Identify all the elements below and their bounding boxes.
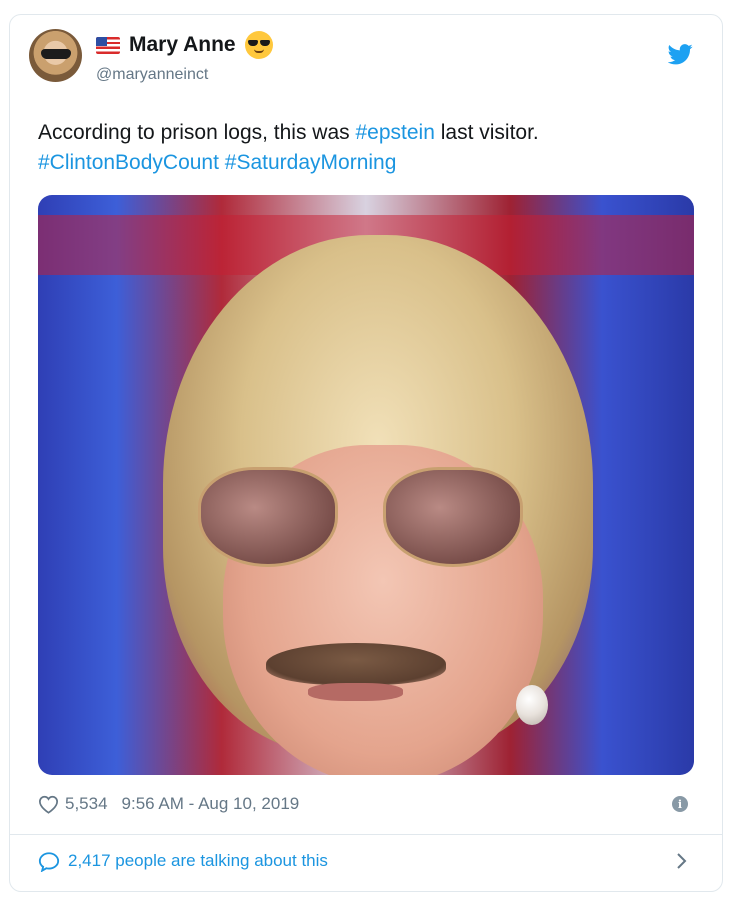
us-flag-icon — [96, 36, 120, 54]
avatar-sunglasses — [41, 49, 71, 59]
talking-label[interactable]: 2,417 people are talking about this — [68, 851, 328, 871]
hashtag-epstein[interactable]: #epstein — [355, 121, 434, 144]
tweet-text: According to prison logs, this was #epst… — [38, 118, 678, 178]
author-name-row[interactable]: Mary Anne — [96, 31, 273, 59]
reply-bubble-icon — [38, 851, 60, 872]
heart-icon[interactable] — [38, 795, 59, 814]
photo-mouth — [308, 683, 403, 701]
tweet-timestamp[interactable]: 9:56 AM - Aug 10, 2019 — [122, 794, 300, 814]
divider — [10, 834, 722, 835]
tweet-meta-row: 5,534 9:56 AM - Aug 10, 2019 i — [38, 790, 694, 818]
sunglasses-emoji-icon — [244, 31, 273, 59]
photo-sunglasses-lens-left — [198, 467, 338, 567]
hashtag-clintonbodycount[interactable]: #ClintonBodyCount — [38, 151, 219, 174]
display-name[interactable]: Mary Anne — [129, 33, 236, 57]
talking-about-row[interactable]: 2,417 people are talking about this — [38, 846, 694, 876]
tweet-text-part: last visitor. — [434, 121, 539, 144]
info-icon[interactable]: i — [672, 796, 688, 812]
chevron-right-icon[interactable] — [676, 852, 688, 870]
photo-sunglasses-lens-right — [383, 467, 523, 567]
hashtag-saturdaymorning[interactable]: #SaturdayMorning — [225, 151, 397, 174]
tweet-text-part: According to prison logs, this was — [38, 121, 356, 144]
photo-earring — [516, 685, 548, 725]
like-count[interactable]: 5,534 — [65, 794, 108, 814]
tweet-photo[interactable] — [38, 195, 694, 775]
twitter-bird-icon[interactable] — [668, 44, 693, 65]
photo-mustache — [266, 643, 446, 685]
author-handle[interactable]: @maryanneinct — [96, 66, 208, 84]
avatar[interactable] — [29, 29, 82, 82]
